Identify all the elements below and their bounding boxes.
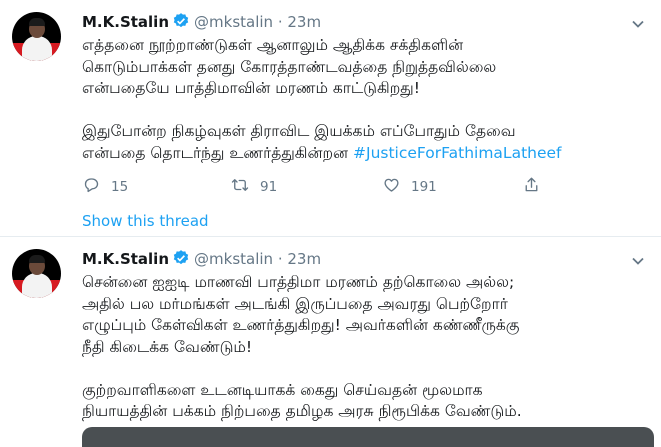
chevron-down-icon[interactable] bbox=[631, 16, 645, 35]
tweet-1[interactable]: M.K.Stalin @mkstalin · 23m எத்தனை நூற்றாண… bbox=[0, 0, 661, 230]
retweet-button[interactable]: 91 bbox=[230, 176, 277, 198]
separator-dot: · bbox=[277, 13, 283, 31]
author-handle[interactable]: @mkstalin bbox=[194, 250, 273, 268]
author-handle[interactable]: @mkstalin bbox=[194, 13, 273, 31]
avatar-hair bbox=[29, 255, 45, 263]
tweet-text-segment: என்பதை தொடர்ந்து உணர்த்துகின்றன bbox=[82, 143, 354, 162]
avatar-shirt bbox=[22, 273, 52, 298]
avatar-hair bbox=[29, 18, 45, 26]
avatar[interactable] bbox=[12, 249, 61, 298]
chevron-down-icon[interactable] bbox=[631, 253, 645, 272]
tweet-text-line: எத்தனை நூற்றாண்டுகள் ஆனாலும் ஆதிக்க சக்த… bbox=[82, 36, 464, 54]
tweet-text: சென்னை ஐஐடி மாணவி பாத்திமா மரணம் தற்கொலை… bbox=[82, 273, 522, 420]
retweet-count: 91 bbox=[260, 179, 278, 195]
hashtag-link[interactable]: #JusticeForFathimaLatheef bbox=[353, 144, 561, 162]
share-icon bbox=[522, 176, 541, 198]
show-thread-link[interactable]: Show this thread bbox=[82, 212, 209, 230]
share-button[interactable] bbox=[522, 176, 541, 198]
tweet-time[interactable]: 23m bbox=[287, 13, 321, 31]
retweet-icon bbox=[230, 176, 250, 198]
verified-badge-icon bbox=[172, 12, 190, 35]
tweet-header: M.K.Stalin @mkstalin · 23m bbox=[82, 249, 321, 269]
author-name[interactable]: M.K.Stalin bbox=[82, 250, 169, 268]
tweet-actions: 15 91 191 bbox=[82, 176, 542, 195]
separator-dot: · bbox=[277, 250, 283, 268]
tweet-media-image[interactable] bbox=[82, 427, 654, 447]
reply-button[interactable]: 15 bbox=[82, 176, 128, 198]
tweet-text-line bbox=[82, 100, 652, 122]
reply-count: 15 bbox=[111, 179, 129, 195]
tweet-header: M.K.Stalin @mkstalin · 23m bbox=[82, 12, 321, 32]
tweet-text-line: கொடும்பாக்கள் தனது கோரத்தாண்டவத்தை நிறுத… bbox=[82, 57, 497, 76]
like-button[interactable]: 191 bbox=[382, 176, 437, 198]
tweet-text-line: இதுபோன்ற நிகழ்வுகள் திராவிட இயக்கம் எப்ப… bbox=[82, 122, 516, 140]
like-icon bbox=[382, 176, 401, 198]
tweet-text-line: என்பதை தொடர்ந்து உணர்த்துகின்றன #Justice… bbox=[82, 143, 652, 165]
avatar-shirt bbox=[22, 36, 52, 61]
tweet-text: எத்தனை நூற்றாண்டுகள் ஆனாலும் ஆதிக்க சக்த… bbox=[82, 35, 652, 164]
author-name[interactable]: M.K.Stalin bbox=[82, 13, 169, 31]
tweet-2[interactable]: M.K.Stalin @mkstalin · 23m சென்னை ஐஐடி மா… bbox=[0, 237, 661, 433]
reply-icon bbox=[82, 176, 101, 198]
like-count: 191 bbox=[411, 179, 437, 195]
avatar[interactable] bbox=[12, 12, 61, 61]
tweet-time[interactable]: 23m bbox=[287, 250, 321, 268]
verified-badge-icon bbox=[172, 249, 190, 272]
tweet-text-line: என்பதையே பாத்திமாவின் மரணம் காட்டுகிறது! bbox=[82, 79, 420, 97]
